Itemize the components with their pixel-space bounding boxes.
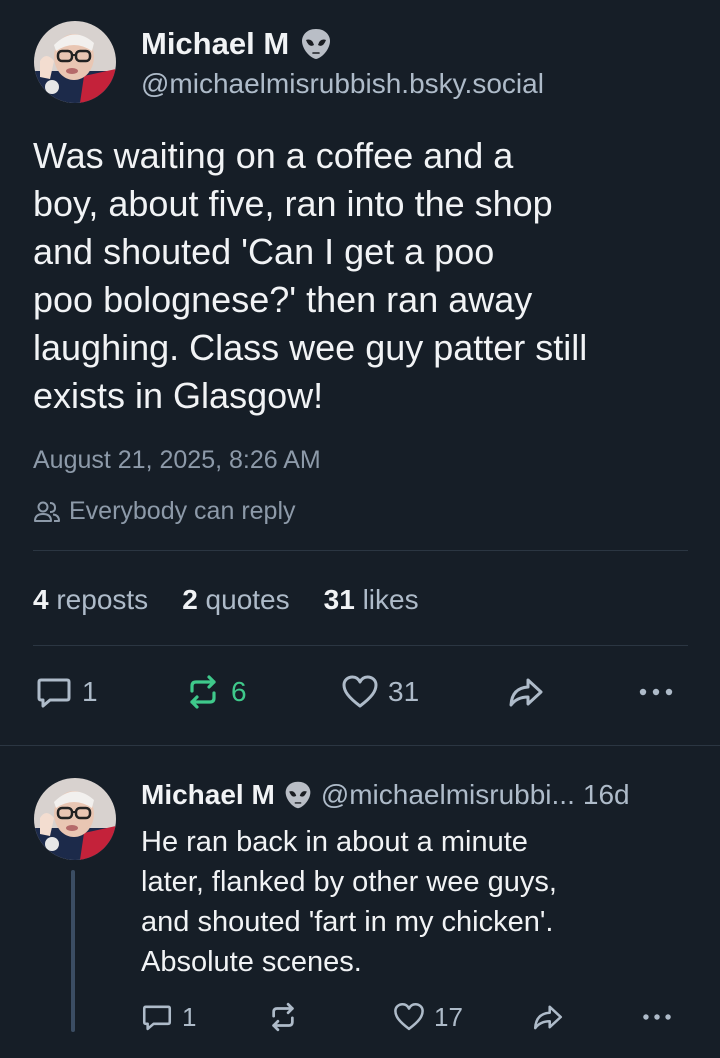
avatar[interactable] [34,778,116,860]
like-button[interactable]: 31 [340,672,419,712]
reply-text-line: later, flanked by other wee guys, [141,866,557,898]
reply-count: 1 [182,1001,197,1032]
reposts-label: reposts [56,584,149,615]
share-button[interactable] [506,672,546,712]
post-text-line: boy, about five, ran into the shop [33,183,553,224]
avatar[interactable] [34,21,116,103]
likes-stat[interactable]: 31 likes [324,584,419,616]
repost-count: 6 [231,676,247,707]
likes-label: likes [362,584,419,615]
repost-button[interactable] [266,1000,308,1034]
post-stats: 4 reposts 2 quotes 31 likes [33,584,419,616]
author-name-row[interactable]: Michael M [141,26,333,62]
more-options-button[interactable] [640,1000,674,1034]
reply-age[interactable]: 16d [583,779,630,811]
quotes-count: 2 [182,584,198,615]
reply-count: 1 [82,676,98,707]
post-text-line: exists in Glasgow! [33,375,324,416]
post-text: Was waiting on a coffee and a boy, about… [33,132,693,420]
reply-text-line: and shouted 'fart in my chicken'. [141,906,554,938]
divider [0,745,720,746]
reply-setting: Everybody can reply [33,497,296,526]
reply-setting-label: Everybody can reply [69,497,296,525]
share-icon [533,1005,563,1030]
comment-icon [37,678,71,708]
repost-button[interactable]: 6 [183,672,247,712]
like-button[interactable]: 17 [392,1000,463,1034]
ellipsis-icon [643,1014,671,1020]
author-handle[interactable]: @michaelmisrubbish.bsky.social [141,68,544,100]
ellipsis-icon [639,688,673,696]
heart-icon [394,1002,424,1031]
post-text-line: poo bolognese?' then ran away [33,279,533,320]
quotes-label: quotes [205,584,290,615]
reply-author-handle[interactable]: @michaelmisrubbi... [321,779,575,811]
repost-icon [272,1002,294,1032]
post-thread-page: Michael M @michaelmisrubbish.bsky.social… [0,0,720,1058]
reposts-stat[interactable]: 4 reposts [33,584,148,616]
comment-icon [142,1005,172,1031]
divider [33,645,688,646]
share-icon [509,678,543,707]
post-text-line: Was waiting on a coffee and a [33,135,514,176]
post-text-line: laughing. Class wee guy patter still [33,327,588,368]
reply-button[interactable]: 1 [34,672,98,712]
thread-line [71,870,75,1032]
author-name[interactable]: Michael M [141,26,289,62]
heart-icon [342,675,378,708]
post-timestamp: August 21, 2025, 8:26 AM [33,446,321,474]
alien-icon [299,27,333,61]
divider [33,550,688,551]
like-count: 17 [434,1001,463,1032]
alien-icon [283,780,313,810]
people-icon [34,501,60,522]
reply-button[interactable]: 1 [140,1000,196,1034]
share-button[interactable] [531,1000,565,1034]
post-text-line: and shouted 'Can I get a poo [33,231,495,272]
reply-text-line: He ran back in about a minute [141,826,528,858]
likes-count: 31 [323,584,355,615]
quotes-stat[interactable]: 2 quotes [182,584,289,616]
reply-author-name[interactable]: Michael M [141,779,275,811]
repost-icon [190,675,216,709]
more-options-button[interactable] [636,672,676,712]
reply-header: Michael M @michaelmisrubbi... 16d [141,779,701,811]
reposts-count: 4 [33,584,49,615]
reply-text: He ran back in about a minute later, fla… [141,822,701,982]
reply-text-line: Absolute scenes. [141,946,362,978]
like-count: 31 [388,676,420,707]
